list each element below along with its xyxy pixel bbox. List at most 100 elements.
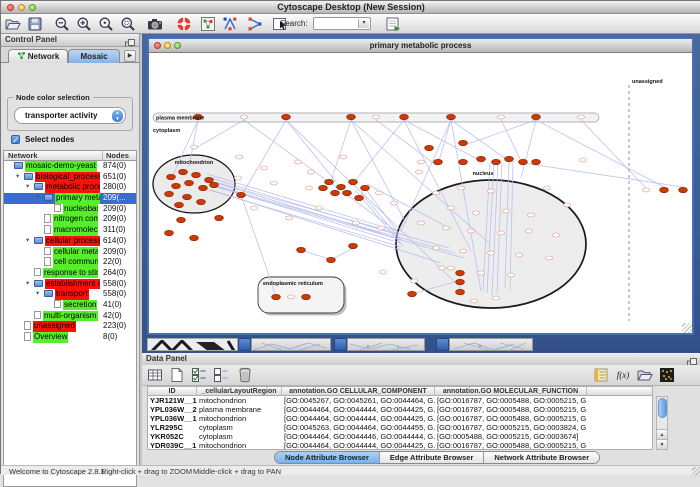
network-view-window[interactable]: primary metabolic process plasma membran… [147, 37, 694, 335]
tree-item-label: cellular metabol [53, 247, 98, 258]
tree-item[interactable]: response to stimulu264(0) [4, 268, 136, 279]
attribute-grid-icon[interactable] [147, 367, 163, 383]
table-row[interactable]: YDR039C__1mitochondrion[GO:0044464, GO:0… [148, 441, 652, 450]
network-overview-icon[interactable] [200, 16, 216, 32]
attribute-list-icon[interactable] [593, 367, 609, 383]
tree-item[interactable]: ▾primary metabol209(... [4, 193, 136, 204]
snapshot-icon[interactable] [147, 16, 163, 32]
tree-item[interactable]: nitrogen compo209(0) [4, 214, 136, 225]
network-window-titlebar[interactable]: primary metabolic process [149, 39, 692, 53]
tab-mosaic[interactable]: Mosaic [68, 49, 120, 63]
tree-item[interactable]: ▾cellular process614(0) [4, 236, 136, 247]
graph-node-selected [192, 172, 201, 177]
tree-item[interactable]: Overview8(0) [4, 332, 136, 343]
graph-node [543, 186, 550, 190]
search-combo[interactable]: ▾ [313, 17, 371, 30]
zoom-in-icon[interactable] [76, 16, 92, 32]
select-nodes-checkbox[interactable]: ✓ [11, 135, 20, 144]
tree-item[interactable]: unassigned223(0) [4, 321, 136, 332]
expander-icon[interactable]: ▾ [26, 182, 34, 193]
tab-network-attribute-browser[interactable]: Network Attribute Browser [483, 452, 599, 464]
zoom-fit-icon[interactable] [120, 16, 136, 32]
attribute-table[interactable]: YJR121W__1mitochondrion[GO:0045267, GO:0… [147, 396, 653, 450]
file-icon [34, 311, 41, 320]
expander-icon[interactable]: ▾ [26, 279, 34, 290]
network-canvas[interactable]: plasma membranecytoplasmmitochondrionnuc… [149, 53, 692, 333]
scroll-down-icon[interactable]: ▼ [657, 439, 667, 449]
save-icon[interactable] [27, 16, 43, 32]
layout-1-icon[interactable] [222, 16, 238, 32]
table-row[interactable]: YPL036W__2plasma membrane[GO:0044464, GO… [148, 405, 652, 414]
tree-item[interactable]: mosaic-demo-yeast874(0) [4, 161, 136, 172]
tab-network[interactable]: Network [8, 49, 68, 63]
expander-icon[interactable]: ▾ [16, 172, 24, 183]
expander-icon[interactable]: ▾ [36, 289, 44, 300]
tab-node-attribute-browser[interactable]: Node Attribute Browser [275, 452, 379, 464]
minimized-window-3[interactable] [436, 338, 533, 351]
table-row[interactable]: YKR052Ccytoplasm[GO:0044464, GO:0044446,… [148, 432, 652, 441]
background-network-window[interactable] [147, 338, 238, 351]
tree-item-label: nitrogen compo [53, 214, 98, 225]
expander-icon[interactable]: ▾ [26, 236, 34, 247]
delete-attribute-icon[interactable] [237, 367, 253, 383]
graph-node-selected [660, 187, 669, 192]
layout-2-icon[interactable] [247, 16, 263, 32]
window-resize-grip-icon[interactable] [682, 323, 692, 333]
table-cell: YPL036W__1 [148, 414, 197, 423]
tree-item-label: biological_process [35, 172, 100, 183]
tree-item[interactable]: macromolecule311(0) [4, 225, 136, 236]
scrollbar-thumb[interactable] [658, 398, 667, 418]
import-table-icon[interactable] [385, 16, 401, 32]
network-tree[interactable]: mosaic-demo-yeast874(0)▾biological_proce… [3, 161, 137, 487]
tree-item[interactable]: multi-organism pro42(0) [4, 311, 136, 322]
node-color-select[interactable]: transporter activity ▲▼ [14, 107, 126, 124]
stepper-arrows-icon[interactable]: ▲▼ [112, 110, 123, 122]
float-panel-icon[interactable] [687, 355, 697, 365]
cytoscape-app: { "window": { "title": "Cytoscape Deskto… [0, 0, 700, 474]
graph-node [234, 176, 241, 180]
tree-item[interactable]: ▾establishment of lo558(0) [4, 279, 136, 290]
unselect-attributes-icon[interactable] [213, 367, 229, 383]
graph-node-selected [325, 179, 334, 184]
network-graph[interactable]: plasma membranecytoplasmmitochondrionnuc… [149, 53, 692, 333]
function-builder-icon[interactable]: f(x) [615, 367, 631, 383]
minimized-window-1[interactable] [238, 338, 331, 351]
table-cell: [GO:0044464, GO:0044444, GO:0044425, G..… [282, 414, 435, 423]
tree-item-label: response to stimulu [43, 268, 98, 279]
file-icon [24, 332, 31, 341]
tree-item[interactable]: ▾transport558(0) [4, 289, 136, 300]
float-panel-icon[interactable] [125, 36, 135, 46]
table-scrollbar[interactable]: ▲ ▼ [656, 396, 668, 450]
import-attributes-icon[interactable] [637, 367, 653, 383]
graph-node-selected [425, 145, 434, 150]
graph-node-selected [343, 190, 352, 195]
expander-icon[interactable]: ▾ [36, 193, 44, 204]
table-row[interactable]: YJR121W__1mitochondrion[GO:0045267, GO:0… [148, 396, 652, 405]
tab-overflow-arrow-icon[interactable]: ▶ [124, 50, 136, 62]
zoom-selected-icon[interactable] [98, 16, 114, 32]
table-row[interactable]: YPL036W__1mitochondrion[GO:0044464, GO:0… [148, 414, 652, 423]
tree-item[interactable]: ▾biological_process651(0) [4, 172, 136, 183]
tree-item[interactable]: ▾metabolic process280(0) [4, 182, 136, 193]
graph-node-selected [175, 202, 184, 207]
app-titlebar[interactable]: Cytoscape Desktop (New Session) [1, 1, 700, 14]
tab-edge-attribute-browser[interactable]: Edge Attribute Browser [379, 452, 483, 464]
tree-item[interactable]: nucleobase-209(0) [4, 204, 136, 215]
scroll-up-icon[interactable]: ▲ [657, 429, 667, 439]
tree-item[interactable]: cell communicat22(0) [4, 257, 136, 268]
select-attributes-icon[interactable] [191, 367, 207, 383]
help-icon[interactable] [176, 16, 192, 32]
open-icon[interactable] [5, 16, 21, 32]
matrix-view-icon[interactable] [659, 367, 675, 383]
tree-item-label: unassigned [33, 321, 76, 332]
tree-item[interactable]: secretion41(0) [4, 300, 136, 311]
search-input[interactable] [315, 18, 357, 29]
table-row[interactable]: YLR295Ccytoplasm[GO:0045263, GO:0044464,… [148, 423, 652, 432]
new-attribute-icon[interactable] [169, 367, 185, 383]
minimized-window-2[interactable] [334, 338, 425, 351]
zoom-out-icon[interactable] [54, 16, 70, 32]
search-dropdown-icon[interactable]: ▾ [358, 19, 369, 28]
app-resize-grip-icon[interactable] [692, 467, 700, 476]
graph-node [315, 206, 322, 210]
tree-item[interactable]: cellular metabol209(0) [4, 247, 136, 258]
